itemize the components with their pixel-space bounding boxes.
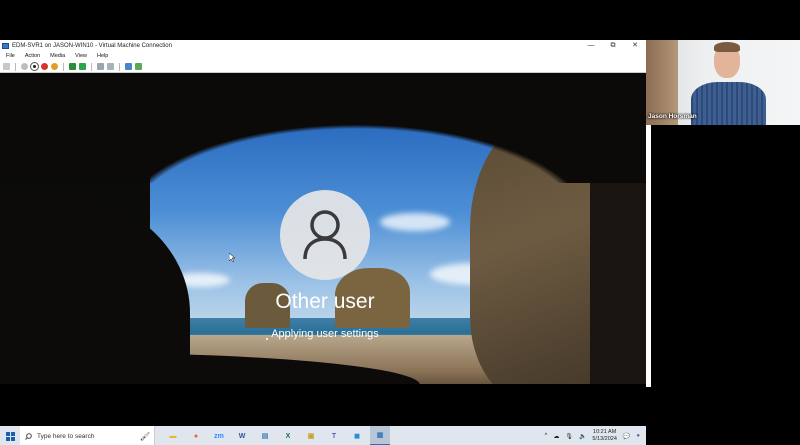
chevron-up-icon[interactable]: ^: [544, 433, 547, 439]
login-user-name: Other user: [275, 290, 375, 313]
zoom-icon[interactable]: zm: [209, 426, 229, 445]
app-yellow-icon[interactable]: ▣: [301, 426, 321, 445]
webcam-video-tile: Jason Horsman: [646, 40, 800, 125]
maximize-button[interactable]: ⧉: [602, 40, 624, 51]
pause-icon[interactable]: [69, 63, 76, 70]
toolbar-separator: [15, 62, 16, 71]
turn-off-icon[interactable]: [30, 62, 39, 71]
menu-view[interactable]: View: [75, 53, 87, 59]
shut-down-icon[interactable]: [41, 63, 48, 70]
window-title: EDM-SVR1 on JASON-WIN10 - Virtual Machin…: [12, 42, 172, 49]
clock[interactable]: 10:21 AM 5/13/2024: [592, 429, 616, 443]
toolbar-separator: [119, 62, 120, 71]
app-blue-icon[interactable]: ◼: [347, 426, 367, 445]
teams-status-icon[interactable]: ●: [636, 433, 640, 439]
participant-name: Jason Horsman: [648, 113, 697, 120]
start-icon[interactable]: [21, 63, 28, 70]
volume-icon[interactable]: 🔈: [579, 433, 586, 440]
word-icon[interactable]: W: [232, 426, 252, 445]
network-icon[interactable]: ☁: [553, 433, 559, 440]
vm-titlebar[interactable]: EDM-SVR1 on JASON-WIN10 - Virtual Machin…: [0, 40, 646, 51]
menu-action[interactable]: Action: [25, 53, 40, 59]
vm-toolbar: [0, 61, 646, 73]
save-state-icon[interactable]: [51, 63, 58, 70]
user-icon: [303, 210, 347, 260]
cave-ceiling: [0, 73, 646, 183]
share-icon[interactable]: [135, 63, 142, 70]
search-icon: [25, 432, 32, 440]
taskbar-search[interactable]: Type here to search 🖌: [20, 426, 155, 445]
vm-connection-window: EDM-SVR1 on JASON-WIN10 - Virtual Machin…: [0, 40, 646, 445]
enhanced-session-icon[interactable]: [125, 63, 132, 70]
participant-shirt: [691, 82, 766, 125]
toolbar-separator: [63, 62, 64, 71]
revert-icon[interactable]: [107, 63, 114, 70]
menu-file[interactable]: File: [6, 53, 15, 59]
video-panel-edge: [646, 125, 651, 387]
clock-date: 5/13/2024: [592, 436, 617, 442]
firefox-icon[interactable]: ●: [186, 426, 206, 445]
menu-help[interactable]: Help: [97, 53, 108, 59]
menubar: File Action Media View Help: [0, 51, 646, 61]
login-status-text: Applying user settings: [271, 328, 379, 340]
clock-time: 10:21 AM: [593, 429, 617, 435]
ctrl-alt-del-icon[interactable]: [3, 63, 10, 70]
mouse-cursor-icon: [229, 253, 235, 262]
notepad-icon[interactable]: ▤: [255, 426, 275, 445]
login-screen: Other user Applying user settings: [0, 73, 646, 384]
search-highlight-icon: 🖌: [139, 431, 150, 441]
cloud: [380, 213, 450, 231]
window-controls: — ⧉ ✕: [580, 40, 646, 51]
participant-hair: [714, 42, 740, 52]
menu-media[interactable]: Media: [50, 53, 65, 59]
screen: EDM-SVR1 on JASON-WIN10 - Virtual Machin…: [0, 0, 800, 445]
taskbar-apps: ▬ ● zm W ▤ X ▣ T ◼ ▦: [163, 426, 390, 445]
close-button[interactable]: ✕: [624, 40, 646, 51]
minimize-button[interactable]: —: [580, 40, 602, 51]
excel-icon[interactable]: X: [278, 426, 298, 445]
reset-icon[interactable]: [79, 63, 86, 70]
microphone-icon[interactable]: 🎙: [565, 433, 573, 440]
taskbar: Type here to search 🖌 ▬ ● zm W ▤ X ▣ T ◼…: [0, 426, 646, 445]
vm-app-icon: [2, 42, 9, 49]
notification-icon[interactable]: 💬: [623, 433, 630, 440]
file-explorer-icon[interactable]: ▬: [163, 426, 183, 445]
windows-logo-icon: [5, 431, 15, 441]
checkpoint-icon[interactable]: [97, 63, 104, 70]
toolbar-separator: [91, 62, 92, 71]
teams-icon[interactable]: T: [324, 426, 344, 445]
user-avatar: [280, 190, 370, 280]
system-tray: ^ ☁ 🎙 🔈 10:21 AM 5/13/2024 💬 ●: [544, 429, 646, 443]
start-button[interactable]: [0, 426, 20, 445]
hyper-v-icon[interactable]: ▦: [370, 426, 390, 445]
search-placeholder: Type here to search: [37, 432, 95, 440]
